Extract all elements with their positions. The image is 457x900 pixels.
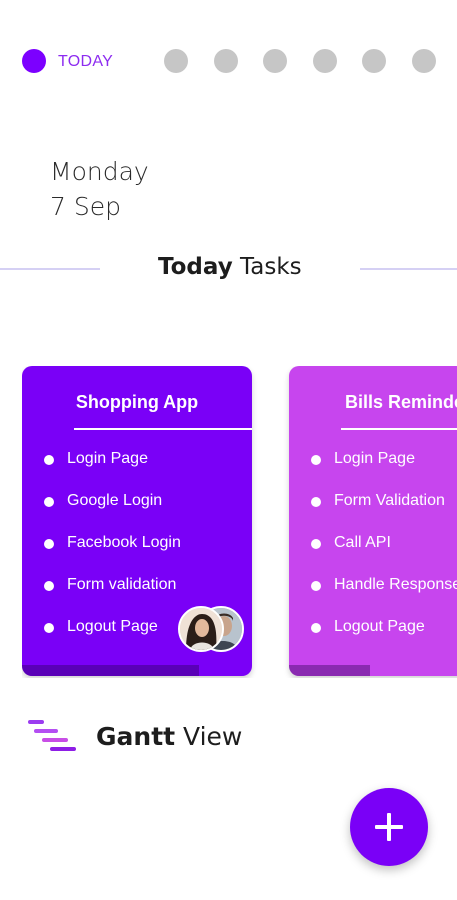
task-label: Logout Page: [334, 618, 425, 635]
project-card-bills-reminder[interactable]: Bills Reminder Login Page Form Validatio…: [289, 366, 457, 676]
card-title: Bills Reminder: [345, 392, 457, 412]
task-label: Handle Response: [334, 576, 457, 593]
bullet-icon: [44, 623, 54, 633]
task-item[interactable]: Facebook Login: [44, 534, 181, 576]
card-title-underline: [74, 428, 252, 430]
day-dot[interactable]: [263, 49, 287, 73]
bullet-icon: [311, 539, 321, 549]
card-progress-bar: [22, 665, 200, 676]
task-label: Form validation: [67, 576, 177, 593]
task-list: Login Page Google Login Facebook Login F…: [44, 450, 181, 660]
day-dot-today[interactable]: [22, 49, 46, 73]
task-item[interactable]: Logout Page: [44, 618, 181, 660]
section-title-bold: Today: [158, 254, 233, 280]
project-card-shopping-app[interactable]: Shopping App Login Page Google Login Fac…: [22, 366, 252, 676]
heading-divider-right: [360, 268, 457, 270]
task-item[interactable]: Call API: [311, 534, 457, 576]
avatar: [178, 606, 224, 652]
heading-divider-left: [0, 268, 100, 270]
current-date: Monday 7 Sep: [50, 154, 149, 224]
bullet-icon: [311, 497, 321, 507]
gantt-view-link[interactable]: Gantt View: [96, 722, 242, 751]
day-selector: TODAY: [22, 48, 442, 74]
card-title: Shopping App: [75, 392, 199, 412]
bullet-icon: [311, 581, 321, 591]
task-label: Call API: [334, 534, 391, 551]
bullet-icon: [44, 581, 54, 591]
task-item[interactable]: Login Page: [311, 450, 457, 492]
section-title-rest: Tasks: [240, 254, 302, 280]
day-dot[interactable]: [362, 49, 386, 73]
gantt-icon[interactable]: [28, 718, 78, 756]
task-label: Facebook Login: [67, 534, 181, 551]
card-progress-bar: [289, 665, 370, 676]
weekday-text: Monday: [50, 157, 149, 186]
add-task-button[interactable]: [350, 788, 428, 866]
day-dot[interactable]: [412, 49, 436, 73]
task-item[interactable]: Google Login: [44, 492, 181, 534]
task-label: Google Login: [67, 492, 163, 509]
bullet-icon: [44, 539, 54, 549]
task-label: Logout Page: [67, 618, 158, 635]
bullet-icon: [311, 455, 321, 465]
today-label[interactable]: TODAY: [58, 53, 113, 71]
gantt-label-bold: Gantt: [96, 722, 176, 751]
day-dot[interactable]: [214, 49, 238, 73]
gantt-label-rest: View: [183, 722, 243, 751]
card-title-underline: [341, 428, 457, 430]
day-dot[interactable]: [164, 49, 188, 73]
task-item[interactable]: Form validation: [44, 576, 181, 618]
section-title: Today Tasks: [158, 254, 302, 280]
task-label: Form Validation: [334, 492, 445, 509]
bullet-icon: [44, 497, 54, 507]
plus-icon: [375, 813, 403, 841]
project-cards-carousel[interactable]: Shopping App Login Page Google Login Fac…: [22, 366, 457, 678]
day-month-text: 7 Sep: [50, 192, 121, 221]
bullet-icon: [311, 623, 321, 633]
task-item[interactable]: Form Validation: [311, 492, 457, 534]
task-label: Login Page: [67, 450, 148, 467]
day-dot[interactable]: [313, 49, 337, 73]
member-avatars[interactable]: [178, 606, 246, 654]
task-item[interactable]: Login Page: [44, 450, 181, 492]
task-label: Login Page: [334, 450, 415, 467]
task-item[interactable]: Handle Response: [311, 576, 457, 618]
today-tasks-heading: Today Tasks: [0, 252, 457, 286]
task-item[interactable]: Logout Page: [311, 618, 457, 660]
task-list: Login Page Form Validation Call API Hand…: [311, 450, 457, 660]
bullet-icon: [44, 455, 54, 465]
